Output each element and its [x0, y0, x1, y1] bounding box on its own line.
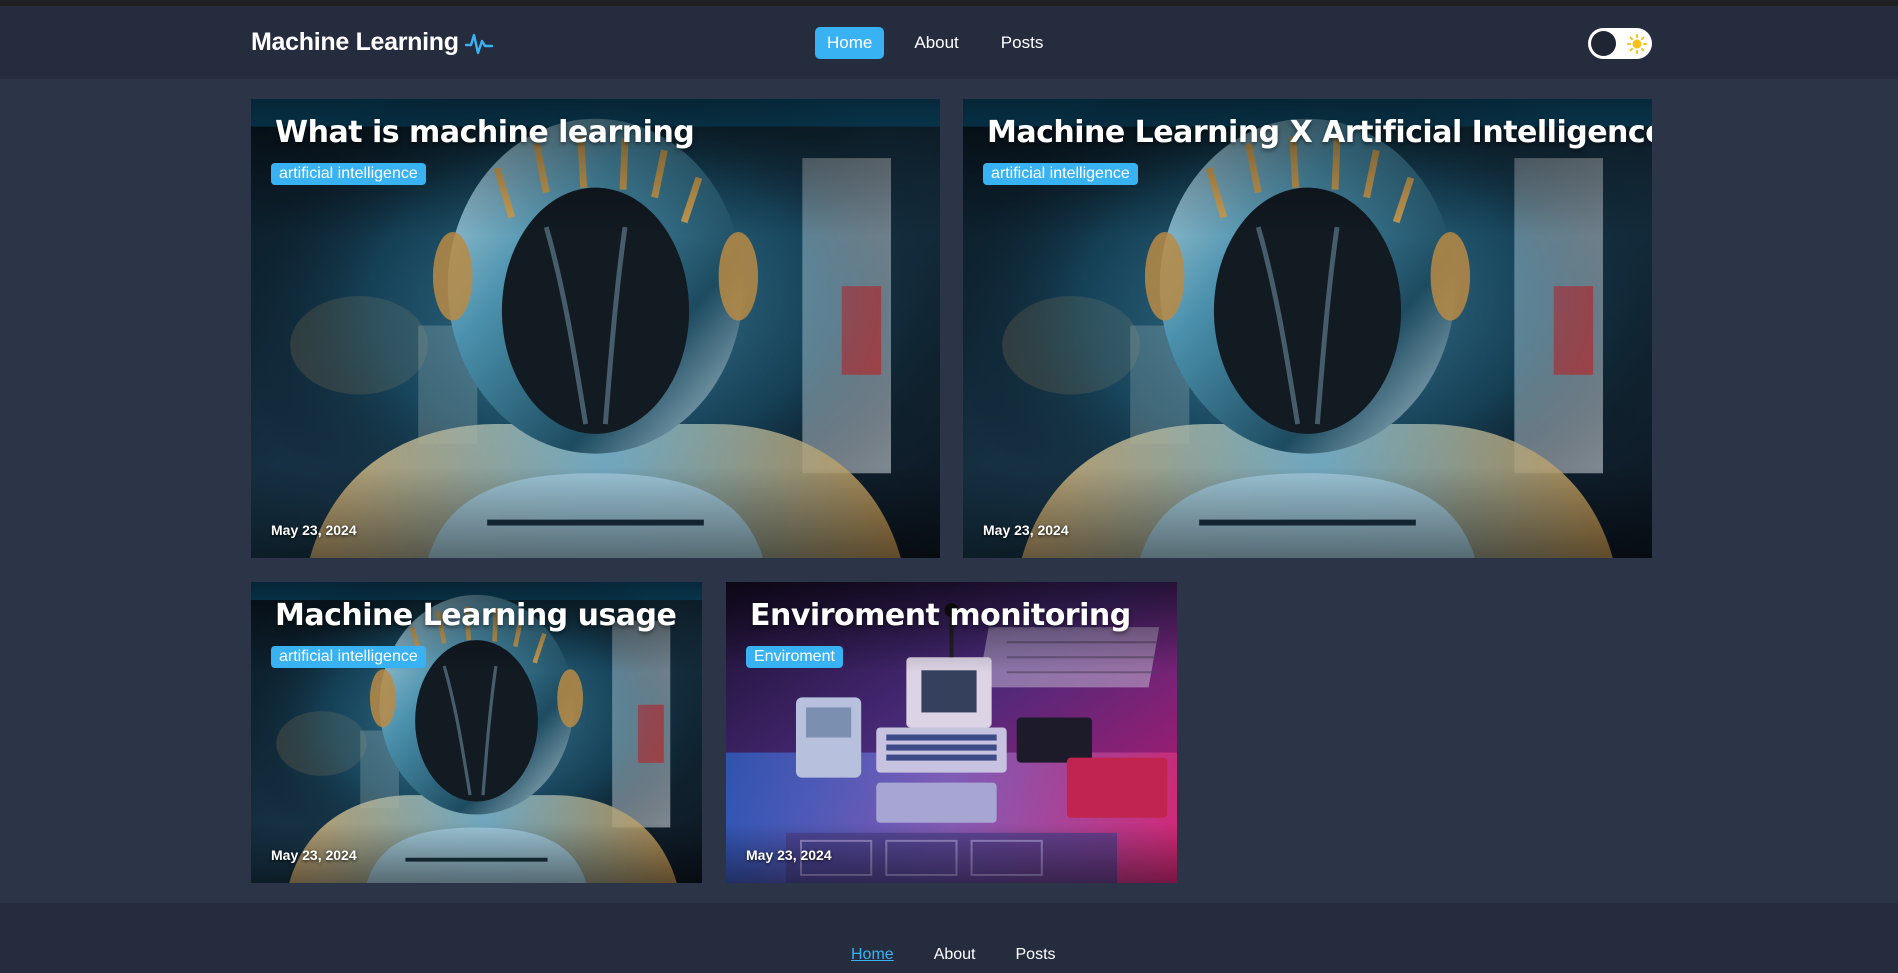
sun-icon — [1627, 34, 1647, 54]
post-card[interactable]: Machine Learning X Artificial Intelligen… — [963, 99, 1652, 558]
post-tag[interactable]: artificial intelligence — [271, 163, 426, 185]
nav-home-link[interactable]: Home — [815, 27, 885, 59]
footer-home-link[interactable]: Home — [851, 946, 894, 964]
nav-about-link[interactable]: About — [902, 27, 970, 59]
post-tag[interactable]: Enviroment — [746, 646, 843, 668]
post-title[interactable]: Enviroment monitoring — [750, 598, 1131, 633]
post-date: May 23, 2024 — [983, 522, 1069, 538]
main-nav: Home About Posts — [815, 27, 1055, 59]
post-card[interactable]: Enviroment monitoring Enviroment May 23,… — [726, 582, 1177, 883]
post-title[interactable]: Machine Learning usage — [275, 598, 677, 633]
toggle-knob — [1591, 31, 1616, 56]
brand-logo[interactable]: Machine Learning — [251, 28, 493, 57]
brand-title: Machine Learning — [251, 28, 459, 56]
site-header: Machine Learning Home About Posts — [0, 6, 1898, 79]
footer-posts-link[interactable]: Posts — [1016, 946, 1056, 964]
post-date: May 23, 2024 — [271, 847, 357, 863]
post-title[interactable]: Machine Learning X Artificial Intelligen… — [987, 115, 1652, 150]
post-date: May 23, 2024 — [746, 847, 832, 863]
theme-toggle[interactable] — [1588, 28, 1652, 59]
pulse-icon — [464, 33, 493, 54]
post-tag[interactable]: artificial intelligence — [983, 163, 1138, 185]
nav-posts-link[interactable]: Posts — [989, 27, 1056, 59]
site-footer: Home About Posts — [0, 903, 1898, 973]
post-card[interactable]: What is machine learning artificial inte… — [251, 99, 940, 558]
footer-about-link[interactable]: About — [934, 946, 976, 964]
post-tag[interactable]: artificial intelligence — [271, 646, 426, 668]
post-title[interactable]: What is machine learning — [275, 115, 695, 150]
post-card[interactable]: Machine Learning usage artificial intell… — [251, 582, 702, 883]
footer-nav: Home About Posts — [851, 946, 1056, 964]
post-date: May 23, 2024 — [271, 522, 357, 538]
